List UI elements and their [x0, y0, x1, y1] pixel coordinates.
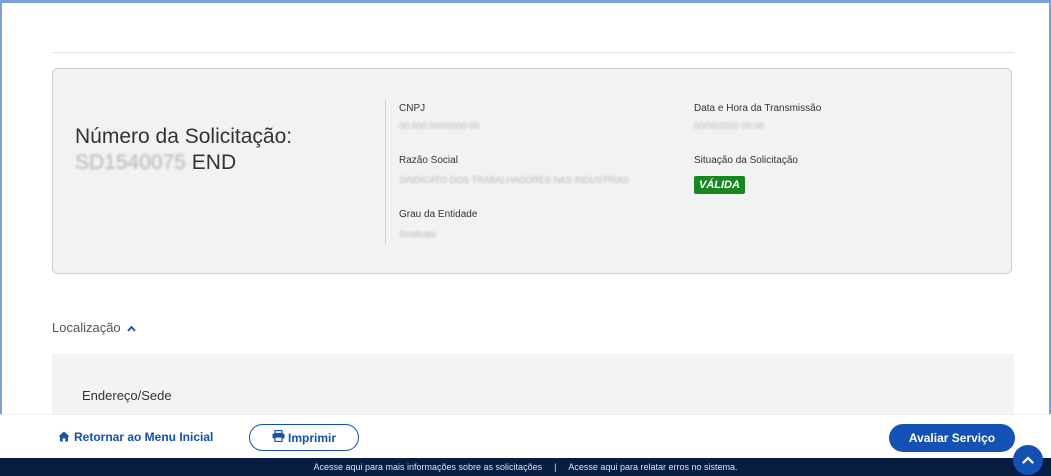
scroll-to-top-button[interactable] [1013, 445, 1043, 475]
request-number-masked: SD1540075 [75, 151, 186, 174]
chevron-up-icon [127, 323, 136, 335]
grau-entidade-value: Sindicato [399, 229, 437, 239]
print-label: Imprimir [287, 430, 336, 445]
back-to-menu-label: Retornar ao Menu Inicial [74, 430, 214, 444]
location-toggle[interactable]: Localização [52, 320, 136, 335]
request-number-suffix: END [191, 151, 237, 174]
data-transmissao-label: Data e Hora da Transmissão [694, 103, 822, 114]
situacao-label: Situação da Solicitação [694, 155, 798, 166]
footer-links-strip: Acesse aqui para mais informações sobre … [0, 458, 1051, 476]
data-transmissao-value: 00/00/2020 00:00 [694, 121, 765, 131]
cnpj-label: CNPJ [399, 103, 426, 114]
window-left-border [0, 0, 2, 476]
request-summary-card: Número da Solicitação: SD1540075 END CNP… [52, 68, 1012, 274]
request-number-label: Número da Solicitação: [75, 125, 293, 148]
location-label: Localização [52, 320, 121, 335]
window-top-border [0, 0, 1051, 3]
cnpj-value: 00.000.000/0000-00 [399, 121, 480, 131]
print-button[interactable]: Imprimir [249, 424, 359, 451]
back-to-menu-link[interactable]: Retornar ao Menu Inicial [58, 430, 213, 445]
razao-social-value: SINDICATO DOS TRABALHADORES NAS INDUSTRI… [399, 175, 630, 185]
footer-separator: | [554, 462, 557, 472]
section-divider [52, 52, 1014, 53]
home-icon [58, 431, 70, 445]
chevron-up-icon [1022, 451, 1034, 469]
address-title: Endereço/Sede [82, 388, 172, 403]
card-vertical-divider [385, 99, 386, 245]
info-link[interactable]: Acesse aqui para mais informações sobre … [313, 462, 542, 472]
report-errors-link[interactable]: Acesse aqui para relatar erros no sistem… [568, 462, 737, 472]
action-footer: Retornar ao Menu Inicial Imprimir Avalia… [0, 414, 1051, 459]
address-panel: Endereço/Sede [52, 354, 1014, 416]
printer-icon [272, 429, 288, 445]
request-number: SD1540075 END [75, 151, 236, 175]
razao-social-label: Razão Social [399, 155, 458, 166]
grau-entidade-label: Grau da Entidade [399, 209, 478, 220]
rate-service-button[interactable]: Avaliar Serviço [889, 424, 1015, 452]
status-badge: VÁLIDA [694, 176, 745, 194]
